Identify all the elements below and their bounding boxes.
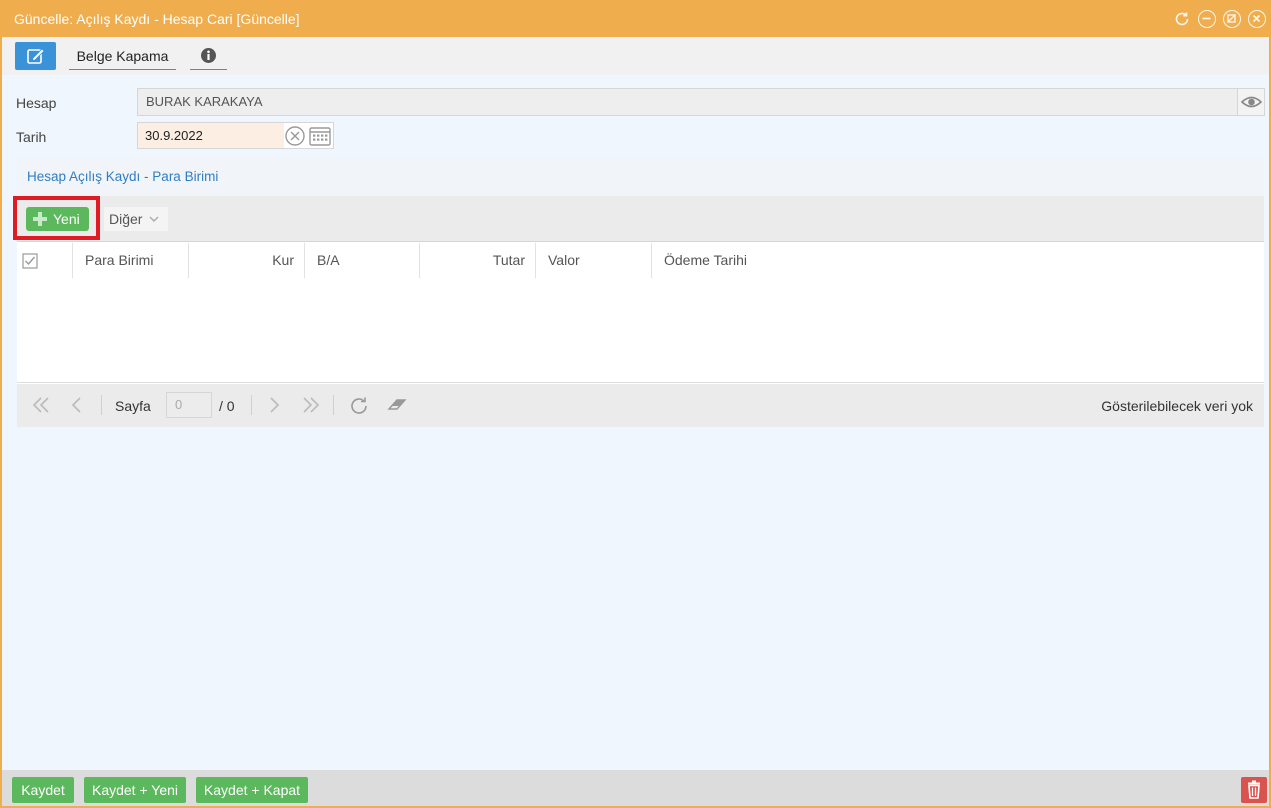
save-new-button[interactable]: Kaydet + Yeni (84, 777, 186, 803)
eye-icon (1240, 96, 1263, 108)
new-button-label: Yeni (53, 211, 80, 227)
refresh-icon[interactable] (348, 395, 370, 417)
pager-divider (251, 395, 252, 415)
column-header[interactable]: Valor (536, 243, 652, 278)
last-page-icon[interactable] (301, 395, 321, 415)
tarih-field: 30.9.2022 (137, 122, 334, 149)
tab-belge-kapama[interactable]: Belge Kapama (69, 45, 176, 70)
next-page-icon[interactable] (266, 395, 282, 415)
window: Güncelle: Açılış Kaydı - Hesap Cari [Gün… (0, 0, 1271, 808)
column-header[interactable]: B/A (305, 243, 420, 278)
clear-date-icon[interactable] (284, 125, 306, 150)
checkbox-icon (22, 253, 38, 269)
delete-button[interactable] (1241, 777, 1267, 803)
save-button[interactable]: Kaydet (12, 777, 74, 803)
empty-message: Gösterilebilecek veri yok (1101, 398, 1253, 414)
plus-icon (33, 212, 47, 226)
other-button[interactable]: Diğer (104, 207, 168, 231)
tarih-label: Tarih (16, 129, 47, 145)
column-header[interactable]: Para Birimi (73, 243, 189, 278)
new-button[interactable]: Yeni (26, 207, 89, 231)
tab-info[interactable] (190, 45, 227, 70)
pager: Sayfa 0 / 0 Gösterilebilecek veri yok (17, 384, 1264, 427)
panel-title: Hesap Açılış Kaydı - Para Birimi (27, 169, 219, 184)
maximize-icon[interactable] (1223, 10, 1241, 28)
close-icon[interactable] (1248, 10, 1266, 28)
first-page-icon[interactable] (31, 395, 51, 415)
select-all-checkbox[interactable] (17, 243, 73, 278)
grid-body (17, 278, 1264, 383)
pager-divider (101, 395, 102, 415)
page-label: Sayfa (115, 398, 151, 414)
column-header[interactable]: Ödeme Tarihi (652, 243, 1264, 278)
column-header[interactable]: Tutar (420, 243, 536, 278)
window-title: Güncelle: Açılış Kaydı - Hesap Cari [Gün… (14, 11, 300, 27)
page-input[interactable]: 0 (166, 392, 212, 418)
trash-icon (1248, 780, 1260, 799)
tarih-input[interactable]: 30.9.2022 (138, 123, 284, 148)
chevron-down-icon (149, 216, 159, 222)
edit-button[interactable] (15, 42, 56, 70)
hesap-label: Hesap (16, 95, 57, 111)
grid-header: Para Birimi Kur B/A Tutar Valor Ödeme Ta… (17, 243, 1264, 278)
toolbar: Belge Kapama (2, 37, 1269, 75)
column-header[interactable]: Kur (189, 243, 305, 278)
pager-divider (333, 395, 334, 415)
previous-page-icon[interactable] (69, 395, 85, 415)
panel-header: Hesap Açılış Kaydı - Para Birimi (17, 157, 1264, 196)
edit-icon (27, 48, 45, 64)
other-button-label: Diğer (109, 211, 143, 227)
grid-toolbar: Yeni Diğer (13, 196, 1264, 242)
info-icon (201, 48, 216, 63)
view-account-button[interactable] (1237, 89, 1264, 115)
title-bar: Güncelle: Açılış Kaydı - Hesap Cari [Gün… (2, 0, 1269, 37)
save-close-button[interactable]: Kaydet + Kapat (196, 777, 308, 803)
minimize-icon[interactable] (1198, 10, 1216, 28)
hesap-field[interactable]: BURAK KARAKAYA (137, 88, 1265, 116)
page-total: / 0 (219, 398, 235, 414)
calendar-icon[interactable] (308, 125, 332, 150)
currency-panel: Hesap Açılış Kaydı - Para Birimi Yeni Di… (13, 157, 1264, 427)
footer-bar: Kaydet Kaydet + Yeni Kaydet + Kapat (2, 770, 1269, 806)
eraser-icon[interactable] (386, 395, 408, 415)
refresh-icon[interactable] (1173, 10, 1191, 28)
